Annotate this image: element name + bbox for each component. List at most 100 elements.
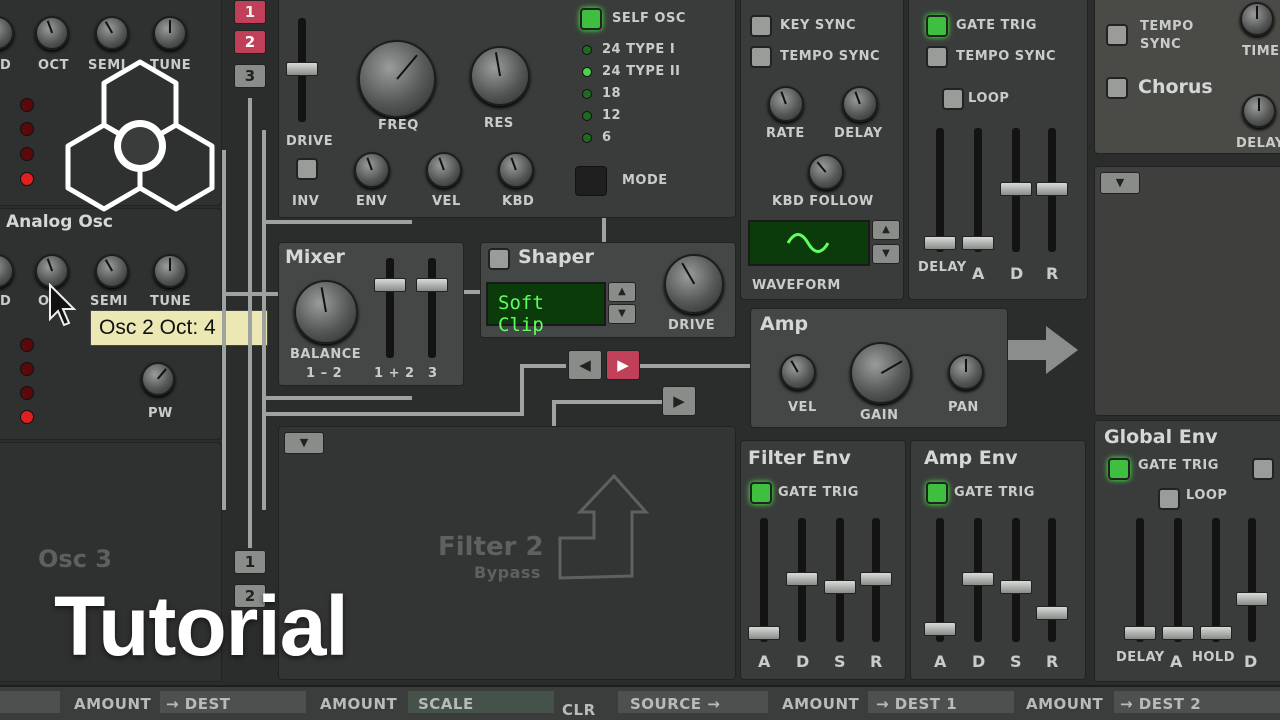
- amp-env-fader-s[interactable]: [1000, 580, 1032, 594]
- mod-env-loop-button[interactable]: [942, 88, 964, 110]
- filter1-mode-button[interactable]: [575, 166, 607, 196]
- amp-env-fader-r[interactable]: [1036, 606, 1068, 620]
- filter-env-fader-s[interactable]: [824, 580, 856, 594]
- filter-env-fader-d[interactable]: [786, 572, 818, 586]
- mixer-balance-range: 1 – 2: [306, 366, 343, 381]
- mixer-balance-label: BALANCE: [290, 347, 362, 362]
- chorus-enable-button[interactable]: [1106, 77, 1128, 99]
- route-right-arrow-button[interactable]: ▶: [606, 350, 640, 380]
- filter1-res-knob[interactable]: [470, 46, 530, 106]
- amp-vel-knob[interactable]: [780, 354, 816, 390]
- delay-time-knob[interactable]: [1240, 2, 1274, 36]
- mod-env-fader-delay[interactable]: [924, 236, 956, 250]
- amp-env-fader-a[interactable]: [924, 622, 956, 636]
- shaper-down-button[interactable]: ▼: [608, 304, 636, 324]
- filter-env-gate-trig-button[interactable]: [750, 482, 772, 504]
- route-btn-top-2[interactable]: 2: [234, 30, 266, 54]
- osc2-wave-led-3[interactable]: [20, 386, 34, 400]
- route-btn-bottom-1[interactable]: 1: [234, 550, 266, 574]
- mod-env-gate-trig-button[interactable]: [926, 15, 948, 37]
- fx-slot-menu-button[interactable]: ▼: [1100, 172, 1140, 194]
- amp-env-fader-d[interactable]: [962, 572, 994, 586]
- lfo-kbd-follow-knob[interactable]: [808, 154, 844, 190]
- shaper-drive-label: DRIVE: [668, 318, 716, 333]
- osc1-tune-knob[interactable]: [153, 16, 187, 50]
- mod-env-fader-d[interactable]: [1000, 182, 1032, 196]
- shaper-mode-text: Soft Clip: [498, 292, 544, 336]
- filter1-env-knob[interactable]: [354, 152, 390, 188]
- filter1-type-dot-2[interactable]: [582, 67, 592, 77]
- amp-env-gate-trig-button[interactable]: [926, 482, 948, 504]
- filter1-self-osc-button[interactable]: [580, 8, 602, 30]
- osc2-pw-knob[interactable]: [141, 362, 175, 396]
- osc2-tune-knob[interactable]: [153, 254, 187, 288]
- osc2-d-label: D: [0, 294, 12, 309]
- lfo-waveform-up-button[interactable]: ▲: [872, 220, 900, 240]
- global-env-fader-delay[interactable]: [1124, 626, 1156, 640]
- filter1-type-label-1: 24 TYPE I: [602, 42, 676, 57]
- global-env-fader-hold[interactable]: [1200, 626, 1232, 640]
- filter1-vel-knob[interactable]: [426, 152, 462, 188]
- filter2-menu-button[interactable]: ▼: [284, 432, 324, 454]
- osc1-wave-led-1[interactable]: [20, 98, 34, 112]
- mixer-balance-knob[interactable]: [294, 280, 358, 344]
- filter1-type-dot-1[interactable]: [582, 45, 592, 55]
- osc2-wave-led-4[interactable]: [20, 410, 34, 424]
- global-env-a-label: A: [1170, 652, 1183, 671]
- tooltip-text: Osc 2 Oct: 4: [99, 316, 216, 339]
- filter-env-gate-trig-label: GATE TRIG: [778, 485, 859, 500]
- osc2-semi-knob[interactable]: [95, 254, 129, 288]
- filter1-type-dot-5[interactable]: [582, 133, 592, 143]
- route-btn-top-1[interactable]: 1: [234, 0, 266, 24]
- osc2-wave-led-1[interactable]: [20, 338, 34, 352]
- global-env-tempo-sync-button[interactable]: [1252, 458, 1274, 480]
- sine-wave-icon: [786, 233, 830, 253]
- osc2-wave-led-2[interactable]: [20, 362, 34, 376]
- lfo-waveform-down-button[interactable]: ▼: [872, 244, 900, 264]
- osc1-semi-knob[interactable]: [95, 16, 129, 50]
- osc1-oct-knob[interactable]: [35, 16, 69, 50]
- route-btn-top-3[interactable]: 3: [234, 64, 266, 88]
- filter1-type-dot-3[interactable]: [582, 89, 592, 99]
- mod-env-tempo-sync-button[interactable]: [926, 46, 948, 68]
- amp-gain-knob[interactable]: [850, 342, 912, 404]
- filter-env-fader-a[interactable]: [748, 626, 780, 640]
- mod-env-delay-label: DELAY: [918, 260, 967, 275]
- mod-bus-field-1[interactable]: [0, 691, 60, 713]
- filter1-kbd-knob[interactable]: [498, 152, 534, 188]
- global-env-fader-d[interactable]: [1236, 592, 1268, 606]
- global-env-gate-trig-button[interactable]: [1108, 458, 1130, 480]
- lfo-rate-knob[interactable]: [768, 86, 804, 122]
- osc1-wave-led-4[interactable]: [20, 172, 34, 186]
- shaper-enable-button[interactable]: [488, 248, 510, 270]
- mod-env-fader-r[interactable]: [1036, 182, 1068, 196]
- filter1-freq-knob[interactable]: [358, 40, 436, 118]
- chorus-delay-knob[interactable]: [1242, 94, 1276, 128]
- osc1-wave-led-3[interactable]: [20, 147, 34, 161]
- wire: [262, 412, 524, 416]
- global-env-loop-button[interactable]: [1158, 488, 1180, 510]
- amp-pan-label: PAN: [948, 400, 979, 415]
- shaper-up-button[interactable]: ▲: [608, 282, 636, 302]
- lfo-tempo-sync-button[interactable]: [750, 46, 772, 68]
- mod-bus-clr[interactable]: CLR: [562, 701, 596, 719]
- route-left-arrow-button[interactable]: ◀: [568, 350, 602, 380]
- global-env-fader-a[interactable]: [1162, 626, 1194, 640]
- mixer-fader1[interactable]: [374, 278, 406, 292]
- lfo-key-sync-button[interactable]: [750, 15, 772, 37]
- filter1-type-dot-4[interactable]: [582, 111, 592, 121]
- delay-tempo-sync-button[interactable]: [1106, 24, 1128, 46]
- shaper-drive-knob[interactable]: [664, 254, 724, 314]
- shaper-mode-display: Soft Clip: [486, 282, 606, 336]
- filter1-mode-label: MODE: [622, 173, 668, 188]
- filter1-drive-fader[interactable]: [286, 62, 318, 76]
- global-env-delay-label: DELAY: [1116, 650, 1165, 665]
- filter1-inv-button[interactable]: [296, 158, 318, 180]
- mod-env-fader-a[interactable]: [962, 236, 994, 250]
- filter-env-fader-r[interactable]: [860, 572, 892, 586]
- amp-pan-knob[interactable]: [948, 354, 984, 390]
- mixer-fader2[interactable]: [416, 278, 448, 292]
- lfo-delay-knob[interactable]: [842, 86, 878, 122]
- osc1-wave-led-2[interactable]: [20, 122, 34, 136]
- route-filter2-arrow-button[interactable]: ▶: [662, 386, 696, 416]
